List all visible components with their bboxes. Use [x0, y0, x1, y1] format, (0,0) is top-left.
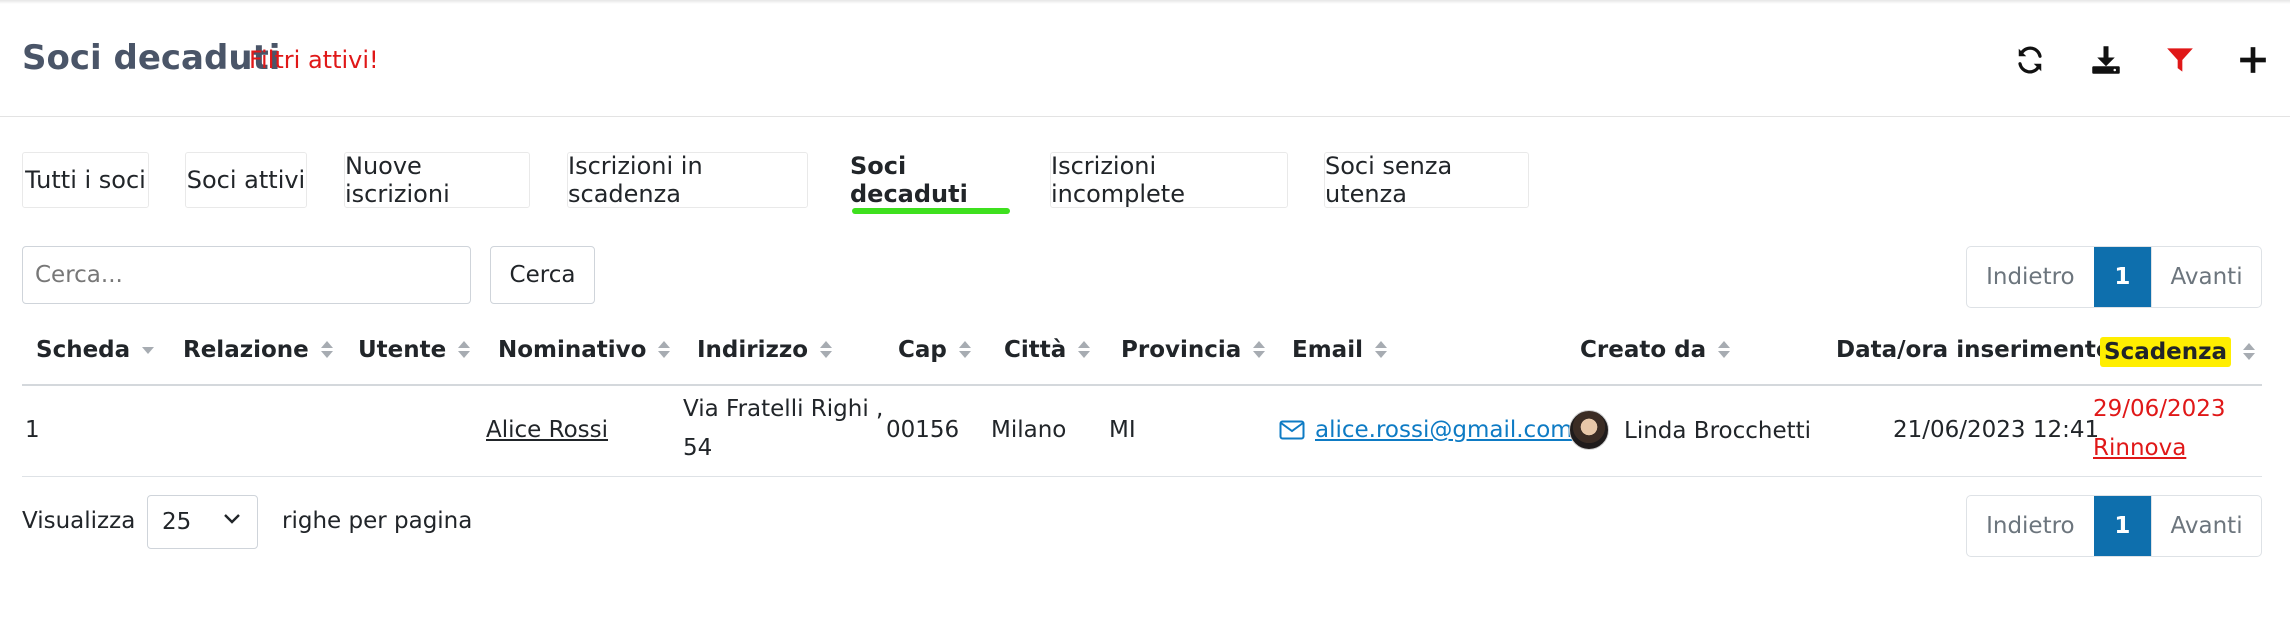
column-label: Provincia: [1121, 337, 1242, 363]
column-label: Relazione: [183, 337, 309, 363]
cell-creato-da: Linda Brocchetti: [1624, 418, 1812, 444]
sort-icon: [958, 340, 971, 360]
cell-scadenza-date: 29/06/2023: [2093, 396, 2226, 422]
filter-icon: [2167, 48, 2193, 72]
pagination-next-button[interactable]: Avanti: [2151, 496, 2261, 556]
column-header-data-ora[interactable]: Data/ora inserimento: [1836, 337, 2112, 363]
active-filters-notice: Filtri attivi!: [249, 46, 379, 74]
pagination-current-page[interactable]: 1: [2093, 496, 2152, 556]
download-icon: [2092, 46, 2120, 74]
column-label: Scadenza: [2100, 337, 2232, 367]
cell-scheda: 1: [25, 417, 40, 443]
table-header-divider: [22, 384, 2262, 386]
column-header-relazione[interactable]: Relazione: [183, 337, 333, 363]
envelope-icon: [1279, 420, 1305, 440]
column-label: Nominativo: [498, 337, 647, 363]
cell-data-ora: 21/06/2023 12:41: [1893, 417, 2100, 443]
chevron-down-icon: [224, 514, 240, 524]
cell-email[interactable]: alice.rossi@gmail.com: [1279, 417, 1573, 443]
pagination-prev-button[interactable]: Indietro: [1967, 496, 2094, 556]
pagination-top: Indietro 1 Avanti: [1966, 246, 2262, 308]
show-label: Visualizza: [22, 508, 136, 534]
sort-icon: [320, 340, 333, 360]
page-header: Soci decaduti Filtri attivi!: [0, 0, 2290, 117]
column-header-provincia[interactable]: Provincia: [1121, 337, 1266, 363]
sort-icon: [2243, 342, 2256, 362]
plus-icon: [2240, 47, 2266, 73]
sort-icon: [1253, 340, 1266, 360]
rows-per-page-label: righe per pagina: [282, 508, 473, 534]
sort-icon: [1078, 340, 1091, 360]
tab-iscrizioni-in-scadenza[interactable]: Iscrizioni in scadenza: [567, 152, 808, 208]
refresh-button[interactable]: [2010, 40, 2050, 80]
tab-soci-decaduti[interactable]: Soci decaduti: [849, 152, 1013, 208]
column-label: Data/ora inserimento: [1836, 337, 2112, 363]
column-label: Indirizzo: [697, 337, 809, 363]
tab-soci-attivi[interactable]: Soci attivi: [185, 152, 307, 208]
pagination-prev-button[interactable]: Indietro: [1967, 247, 2094, 307]
email-link[interactable]: alice.rossi@gmail.com: [1315, 417, 1573, 443]
cell-citta: Milano: [991, 417, 1067, 443]
column-header-creato-da[interactable]: Creato da: [1580, 337, 1731, 363]
cell-nominativo-link[interactable]: Alice Rossi: [486, 417, 608, 443]
column-label: Utente: [358, 337, 447, 363]
sort-desc-icon: [142, 340, 155, 360]
column-header-nominativo[interactable]: Nominativo: [498, 337, 671, 363]
search-input[interactable]: [22, 246, 471, 304]
sort-icon: [658, 340, 671, 360]
column-header-email[interactable]: Email: [1292, 337, 1387, 363]
column-header-cap[interactable]: Cap: [898, 337, 971, 363]
cell-cap: 00156: [886, 417, 960, 443]
search-button[interactable]: Cerca: [490, 246, 595, 304]
column-label: Scheda: [36, 337, 131, 363]
add-button[interactable]: [2233, 40, 2273, 80]
sort-icon: [1718, 340, 1731, 360]
page-title: Soci decaduti: [22, 38, 281, 78]
cell-provincia: MI: [1109, 417, 1136, 443]
page-size-select[interactable]: 25: [147, 495, 258, 549]
pagination-bottom: Indietro 1 Avanti: [1966, 495, 2262, 557]
column-header-utente[interactable]: Utente: [358, 337, 471, 363]
column-header-scadenza[interactable]: Scadenza: [2100, 337, 2256, 367]
filter-button[interactable]: [2160, 40, 2200, 80]
tab-iscrizioni-incomplete[interactable]: Iscrizioni incomplete: [1050, 152, 1288, 208]
sort-icon: [458, 340, 471, 360]
cell-indirizzo-line2: 54: [683, 435, 713, 461]
column-label: Cap: [898, 337, 947, 363]
column-header-indirizzo[interactable]: Indirizzo: [697, 337, 833, 363]
table-row-divider: [22, 476, 2262, 477]
column-header-citta[interactable]: Città: [1004, 337, 1091, 363]
active-tab-indicator: [852, 208, 1010, 214]
column-label: Email: [1292, 337, 1363, 363]
tab-nuove-iscrizioni[interactable]: Nuove iscrizioni: [344, 152, 530, 208]
avatar: [1569, 410, 1609, 450]
tab-soci-senza-utenza[interactable]: Soci senza utenza: [1324, 152, 1529, 208]
pagination-current-page[interactable]: 1: [2093, 247, 2152, 307]
cell-indirizzo-line1: Via Fratelli Righi ,: [683, 396, 884, 422]
column-label: Città: [1004, 337, 1067, 363]
pagination-next-button[interactable]: Avanti: [2151, 247, 2261, 307]
download-button[interactable]: [2086, 40, 2126, 80]
renew-link[interactable]: Rinnova: [2093, 435, 2186, 461]
column-header-scheda[interactable]: Scheda: [36, 337, 155, 363]
refresh-icon: [2018, 46, 2042, 74]
sort-icon: [1374, 340, 1387, 360]
tab-tutti-i-soci[interactable]: Tutti i soci: [22, 152, 149, 208]
sort-icon: [820, 340, 833, 360]
column-label: Creato da: [1580, 337, 1707, 363]
page-size-value: 25: [162, 509, 192, 535]
